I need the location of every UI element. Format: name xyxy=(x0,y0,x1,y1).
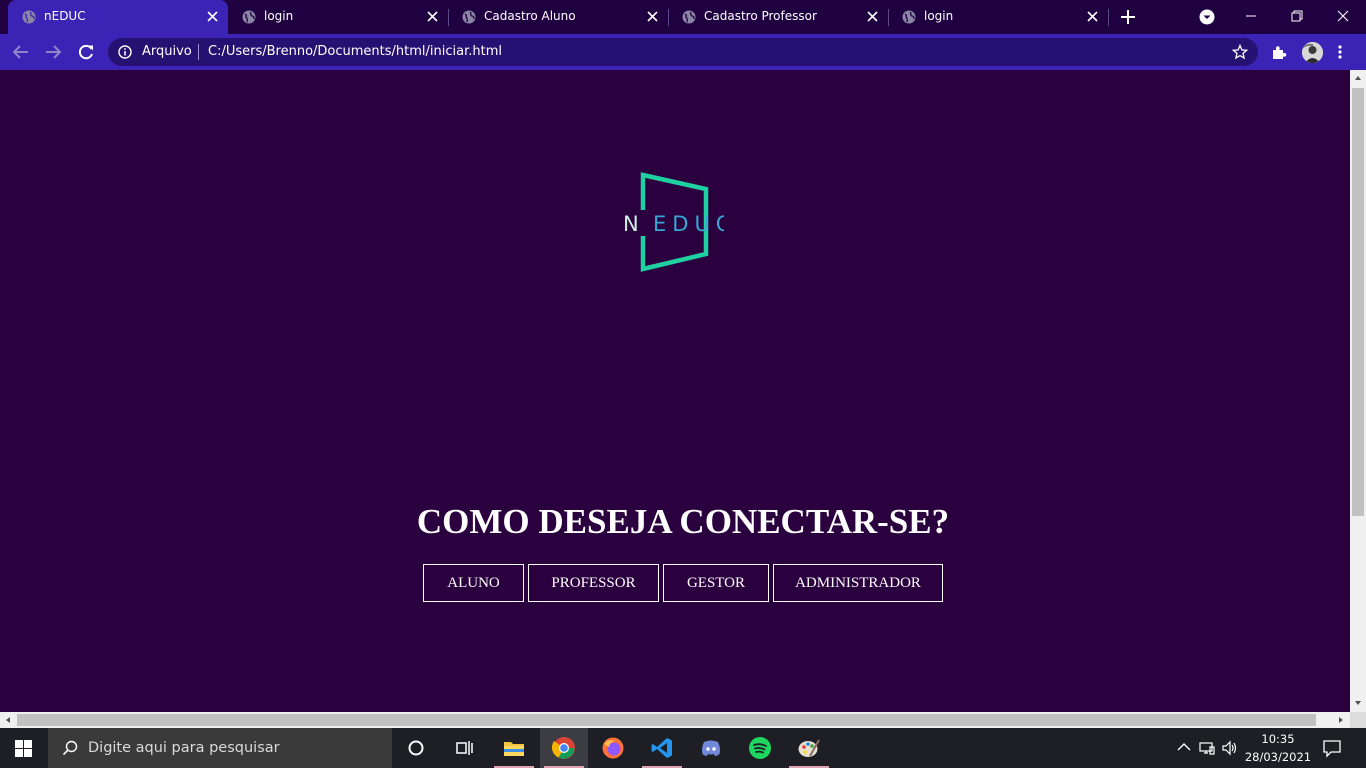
info-icon[interactable] xyxy=(118,45,132,59)
page-viewport xyxy=(0,70,1350,712)
logo-educ-text: EDUC xyxy=(653,212,724,236)
tab-cadastro-professor[interactable]: Cadastro Professor xyxy=(668,0,888,34)
vertical-scrollbar-thumb[interactable] xyxy=(1352,88,1364,516)
globe-icon xyxy=(462,10,476,24)
gestor-button[interactable]: GESTOR xyxy=(663,564,769,602)
neduc-logo: N EDUC xyxy=(623,172,724,272)
start-button[interactable] xyxy=(0,728,48,768)
scrollbar-corner xyxy=(1350,712,1366,728)
chevron-up-icon[interactable] xyxy=(1175,739,1193,757)
search-icon xyxy=(62,740,78,756)
close-icon[interactable] xyxy=(427,11,438,22)
page-title: COMO DESEJA CONECTAR-SE? xyxy=(416,502,950,541)
globe-icon xyxy=(682,10,696,24)
avatar[interactable] xyxy=(1302,42,1323,63)
search-placeholder[interactable]: Digite aqui para pesquisar xyxy=(88,740,280,756)
arrow-left-icon[interactable] xyxy=(12,43,30,61)
minimize-icon xyxy=(1246,15,1256,17)
cortana-icon xyxy=(408,740,424,756)
taskbar-firefox[interactable] xyxy=(589,728,637,768)
tab-separator xyxy=(1108,9,1109,26)
close-icon[interactable] xyxy=(1087,11,1098,22)
file-explorer-icon xyxy=(504,742,524,756)
scroll-down-arrow-icon[interactable] xyxy=(1354,699,1362,707)
network-icon[interactable] xyxy=(1198,739,1216,757)
tab-title: Cadastro Aluno xyxy=(484,9,576,23)
close-icon[interactable] xyxy=(207,11,218,22)
tab-title: login xyxy=(924,9,954,23)
restore-icon xyxy=(1291,10,1303,22)
chrome-icon xyxy=(552,737,575,759)
tab-login[interactable]: login xyxy=(228,0,448,34)
tab-title: nEDUC xyxy=(44,9,86,23)
minimize-button[interactable] xyxy=(1228,0,1274,32)
url-text[interactable]: C:/Users/Brenno/Documents/html/iniciar.h… xyxy=(208,44,502,59)
profile-photo-icon xyxy=(1302,42,1323,63)
star-icon[interactable] xyxy=(1232,44,1248,60)
paint-icon xyxy=(798,739,820,757)
close-icon[interactable] xyxy=(647,11,658,22)
puzzle-icon[interactable] xyxy=(1271,44,1287,60)
kebab-menu-icon[interactable] xyxy=(1337,44,1343,60)
taskbar-spotify[interactable] xyxy=(736,728,784,768)
close-icon xyxy=(1337,10,1349,22)
close-icon[interactable] xyxy=(867,11,878,22)
volume-icon[interactable] xyxy=(1221,739,1239,757)
vscode-icon xyxy=(651,738,672,758)
notification-center-icon[interactable] xyxy=(1322,738,1342,758)
tab-login-2[interactable]: login xyxy=(888,0,1108,34)
professor-button[interactable]: PROFESSOR xyxy=(528,564,659,602)
taskbar-chrome[interactable] xyxy=(540,728,588,768)
windows-logo-icon xyxy=(15,740,32,757)
task-view-button[interactable] xyxy=(440,728,488,768)
cortana-button[interactable] xyxy=(392,728,440,768)
reload-icon[interactable] xyxy=(77,43,95,61)
restore-button[interactable] xyxy=(1274,0,1320,32)
discord-icon xyxy=(702,740,720,756)
globe-icon xyxy=(22,10,36,24)
scroll-left-arrow-icon[interactable] xyxy=(4,716,12,724)
scroll-up-arrow-icon[interactable] xyxy=(1354,74,1362,82)
administrador-button[interactable]: ADMINISTRADOR xyxy=(773,564,943,602)
aluno-button[interactable]: ALUNO xyxy=(423,564,524,602)
globe-icon xyxy=(242,10,256,24)
tab-cadastro-aluno[interactable]: Cadastro Aluno xyxy=(448,0,668,34)
clock-date[interactable]: 28/03/2021 xyxy=(1244,750,1312,764)
arrow-right-icon[interactable] xyxy=(44,43,62,61)
new-tab-icon[interactable] xyxy=(1120,9,1136,25)
tab-search-icon[interactable] xyxy=(1199,9,1215,25)
url-separator xyxy=(198,44,199,60)
close-window-button[interactable] xyxy=(1320,0,1366,32)
horizontal-scrollbar-thumb[interactable] xyxy=(17,714,1316,726)
tab-title: Cadastro Professor xyxy=(704,9,817,23)
clock-time[interactable]: 10:35 xyxy=(1248,732,1308,746)
taskbar-paint[interactable] xyxy=(785,728,833,768)
taskbar-vscode[interactable] xyxy=(638,728,686,768)
taskbar-discord[interactable] xyxy=(687,728,735,768)
globe-icon xyxy=(902,10,916,24)
tab-title: login xyxy=(264,9,294,23)
taskbar-file-explorer[interactable] xyxy=(490,728,538,768)
task-view-icon xyxy=(456,741,473,755)
spotify-icon xyxy=(749,737,771,759)
logo-letter-n: N xyxy=(623,212,641,236)
tab-neduc[interactable]: nEDUC xyxy=(8,0,228,34)
firefox-icon xyxy=(602,737,624,759)
scroll-right-arrow-icon[interactable] xyxy=(1337,716,1345,724)
scheme-label[interactable]: Arquivo xyxy=(142,44,192,59)
